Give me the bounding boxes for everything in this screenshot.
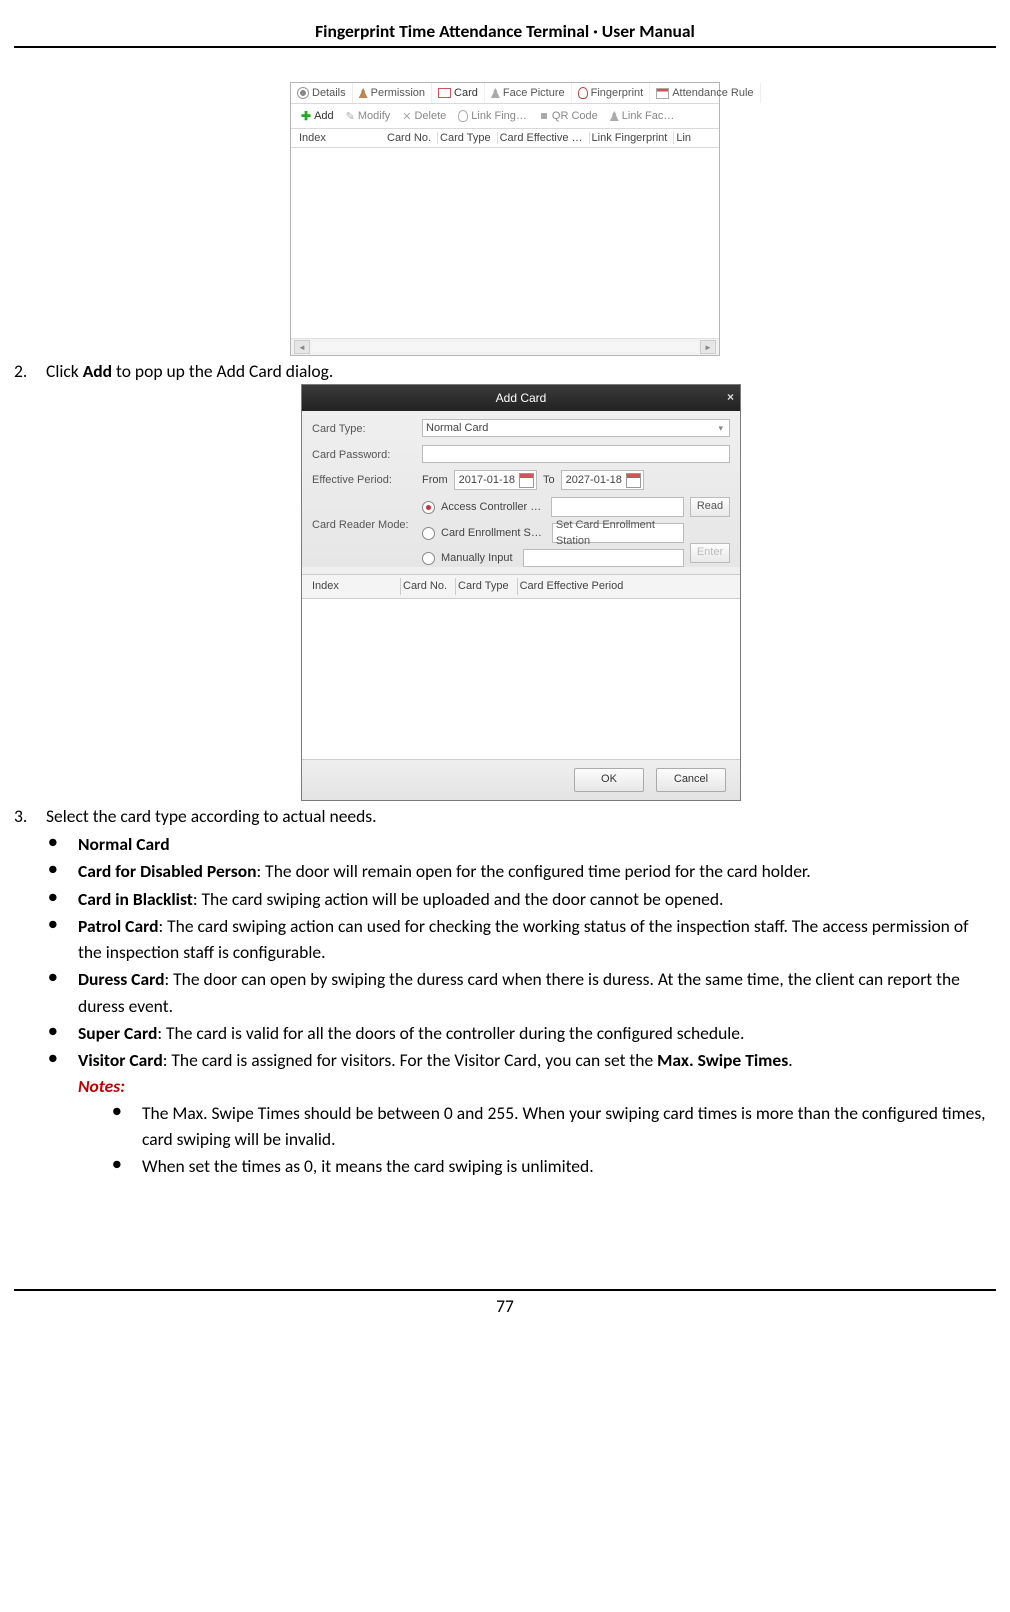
to-label: To	[543, 472, 555, 489]
delete-button[interactable]: ✕Delete	[398, 108, 450, 125]
radio-enroll-label: Card Enrollment S…	[441, 525, 542, 542]
card-disabled: Card for Disabled Person: The door will …	[46, 858, 996, 884]
date-to-input[interactable]: 2027-01-18	[561, 470, 644, 490]
col-effective: Card Effective Period	[517, 578, 632, 595]
cardtype-select[interactable]: Normal Card	[422, 419, 730, 437]
dialog-column-header: Index Card No. Card Type Card Effective …	[302, 574, 740, 599]
col-cardno: Card No.	[400, 578, 455, 595]
figure-card-tab: Details Permission Card Face Picture Fin…	[290, 82, 720, 356]
tab-bar: Details Permission Card Face Picture Fin…	[291, 83, 719, 104]
card-icon	[438, 88, 451, 98]
page-number: 77	[14, 1289, 996, 1317]
gear-icon	[297, 87, 309, 99]
label-cardpw: Card Password:	[312, 445, 422, 464]
toolbar: ✚Add ✎Modify ✕Delete Link Fing… QR Code …	[291, 104, 719, 129]
col-effective: Card Effective …	[498, 132, 590, 144]
dialog-table-body	[302, 599, 740, 759]
label-cardtype: Card Type:	[312, 419, 422, 438]
attendance-icon	[656, 88, 669, 99]
radio-access-controller[interactable]	[422, 501, 435, 514]
label-effperiod: Effective Period:	[312, 470, 422, 489]
notes-label: Notes:	[78, 1073, 996, 1099]
dialog-footer: OK Cancel	[302, 759, 740, 800]
card-duress: Duress Card: The door can open by swipin…	[46, 966, 996, 1019]
col-cardno: Card No.	[385, 132, 438, 144]
scroll-track[interactable]	[312, 342, 698, 352]
col-linkface: Lin	[674, 132, 697, 144]
calendar-icon	[519, 473, 534, 488]
close-icon[interactable]: ×	[727, 388, 734, 406]
fingerprint-icon	[578, 87, 588, 99]
radio-enroll-station[interactable]	[422, 527, 435, 540]
dialog-title: Add Card	[496, 391, 547, 405]
cancel-button[interactable]: Cancel	[656, 768, 726, 792]
qr-icon	[539, 111, 549, 121]
col-cardtype: Card Type	[438, 132, 498, 144]
read-button[interactable]: Read	[690, 497, 730, 517]
horizontal-scrollbar[interactable]: ◄ ►	[291, 338, 719, 355]
card-normal: Normal Card	[46, 831, 996, 857]
card-blacklist: Card in Blacklist: The card swiping acti…	[46, 886, 996, 912]
note-2: When set the times as 0, it means the ca…	[110, 1153, 996, 1179]
step-2: 2. Click Add to pop up the Add Card dial…	[14, 358, 996, 801]
face-link-icon	[610, 111, 619, 121]
tab-fingerprint[interactable]: Fingerprint	[572, 83, 651, 103]
card-super: Super Card: The card is valid for all th…	[46, 1020, 996, 1046]
tab-permission[interactable]: Permission	[353, 83, 432, 103]
column-header: Index Card No. Card Type Card Effective …	[291, 129, 719, 148]
note-1: The Max. Swipe Times should be between 0…	[110, 1100, 996, 1153]
linkface-button[interactable]: Link Fac…	[606, 108, 679, 124]
from-label: From	[422, 472, 448, 489]
col-index: Index	[310, 578, 400, 595]
col-index: Index	[297, 132, 385, 144]
manual-input[interactable]	[523, 549, 684, 567]
add-button[interactable]: ✚Add	[297, 107, 338, 125]
tab-card[interactable]: Card	[432, 83, 485, 103]
col-linkfp: Link Fingerprint	[590, 132, 675, 144]
person-icon	[359, 88, 368, 98]
empty-table-body	[291, 148, 719, 338]
cardpw-input[interactable]	[422, 445, 730, 463]
delete-icon: ✕	[402, 110, 411, 123]
card-visitor: Visitor Card: The card is assigned for v…	[46, 1047, 996, 1179]
qrcode-button[interactable]: QR Code	[535, 108, 602, 124]
edit-icon: ✎	[346, 110, 355, 123]
figure-add-card-dialog: Add Card × Card Type: Normal Card Card P…	[301, 384, 741, 801]
label-readermode: Card Reader Mode:	[312, 497, 422, 534]
tab-attendance[interactable]: Attendance Rule	[650, 83, 760, 103]
scroll-right-icon[interactable]: ►	[700, 340, 716, 354]
calendar-icon	[626, 473, 641, 488]
radio-manual-input[interactable]	[422, 552, 435, 565]
linkfinger-button[interactable]: Link Fing…	[454, 108, 531, 124]
finger-icon	[458, 110, 468, 122]
dialog-titlebar: Add Card ×	[302, 385, 740, 411]
tab-face[interactable]: Face Picture	[485, 83, 572, 103]
doc-header: Fingerprint Time Attendance Terminal · U…	[14, 20, 996, 48]
radio-manual-label: Manually Input	[441, 550, 513, 567]
ok-button[interactable]: OK	[574, 768, 644, 792]
scroll-left-icon[interactable]: ◄	[294, 340, 310, 354]
access-controller-select[interactable]	[551, 497, 684, 517]
tab-details[interactable]: Details	[291, 83, 353, 103]
face-icon	[491, 88, 500, 98]
modify-button[interactable]: ✎Modify	[342, 108, 395, 125]
step-3: 3. Select the card type according to act…	[14, 803, 996, 1180]
card-patrol: Patrol Card: The card swiping action can…	[46, 913, 996, 966]
date-from-input[interactable]: 2017-01-18	[454, 470, 537, 490]
plus-icon: ✚	[301, 109, 311, 123]
col-cardtype: Card Type	[455, 578, 517, 595]
enter-button[interactable]: Enter	[690, 543, 730, 563]
radio-access-label: Access Controller …	[441, 499, 541, 516]
enroll-station-field[interactable]: Set Card Enrollment Station	[552, 523, 684, 543]
